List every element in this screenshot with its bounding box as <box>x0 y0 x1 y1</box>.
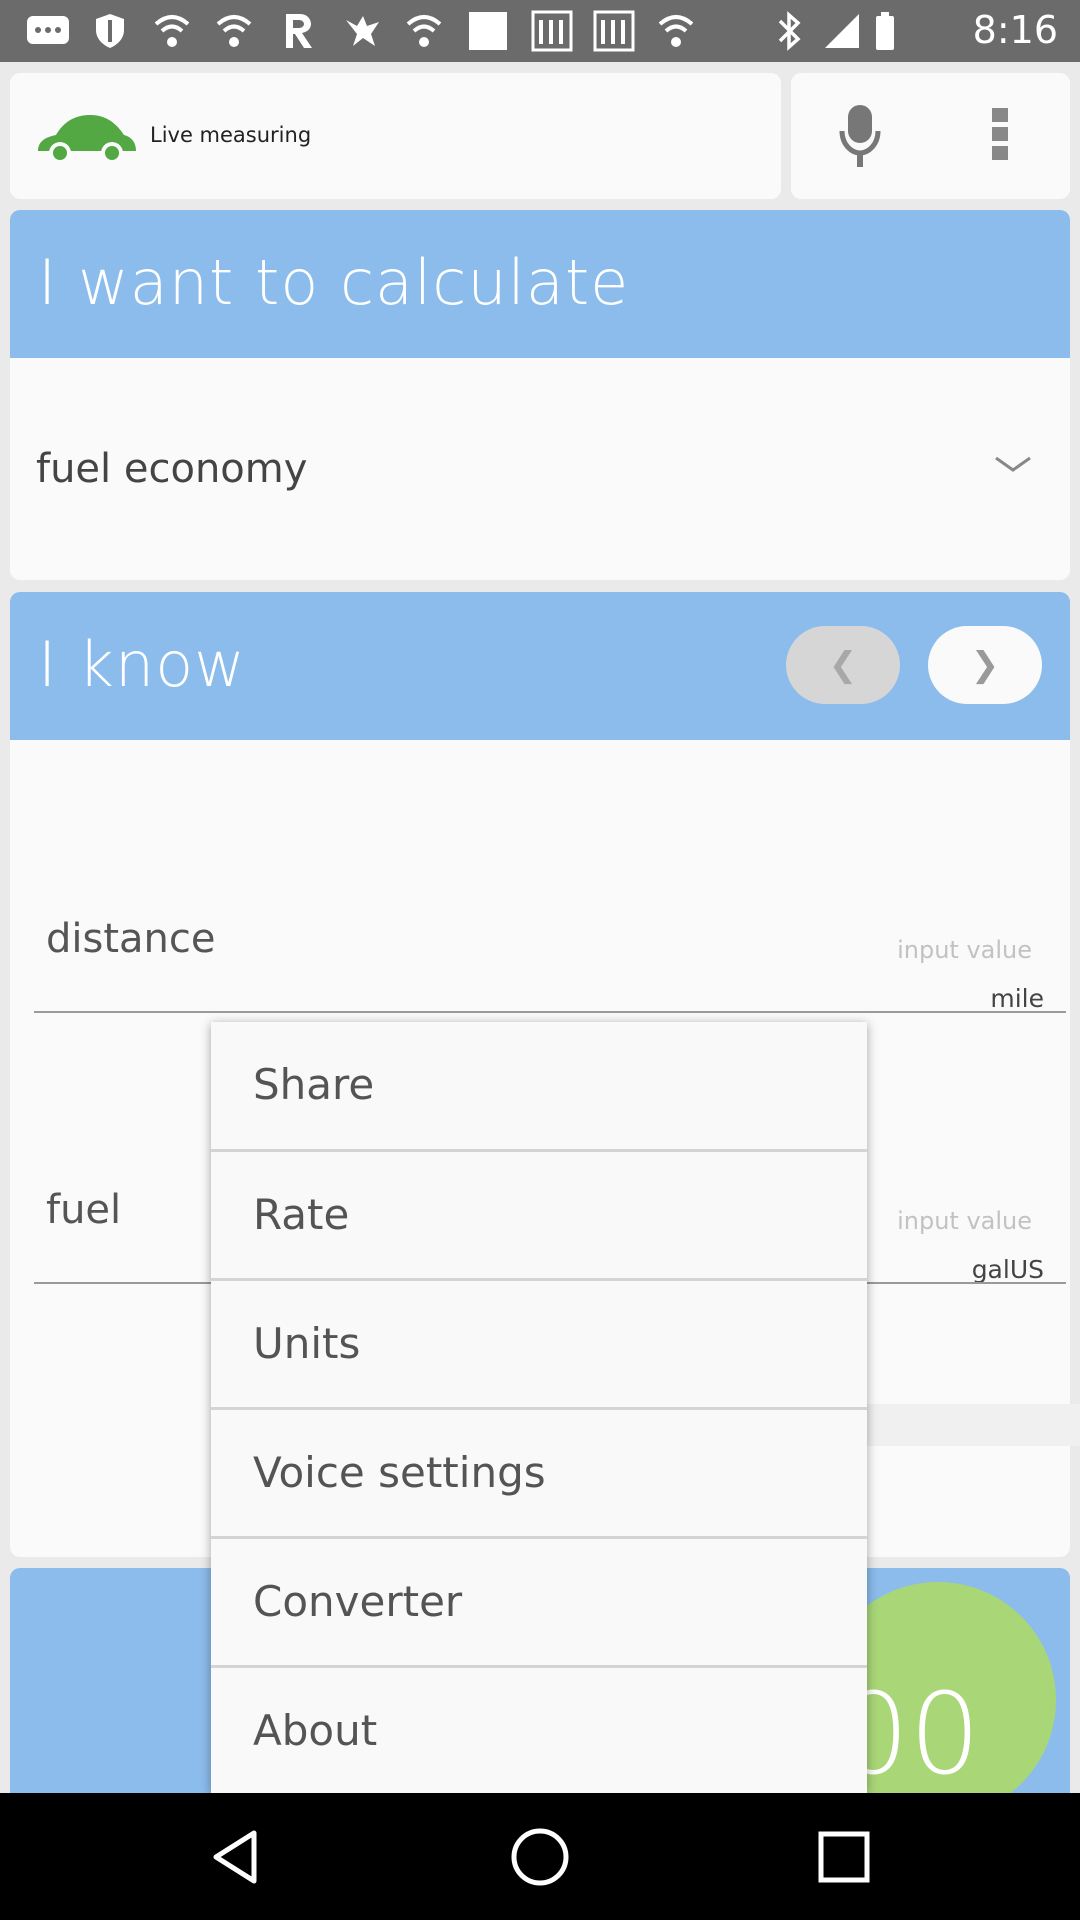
calculate-header: I want to calculate <box>10 210 1070 358</box>
distance-underline <box>34 1011 1066 1013</box>
know-header: I know <box>10 592 1070 740</box>
menu-item-label: Share <box>253 1060 375 1109</box>
calculate-title: I want to calculate <box>38 246 630 319</box>
menu-item-label: Converter <box>253 1577 463 1626</box>
know-title: I know <box>38 628 246 701</box>
wifi-icon <box>404 10 444 52</box>
wifi-icon <box>656 10 696 52</box>
car-icon <box>32 111 138 171</box>
action-bar <box>791 73 1070 199</box>
signal-icon <box>822 10 862 52</box>
home-icon[interactable] <box>504 1821 576 1893</box>
texans-icon <box>342 10 382 52</box>
rfi-icon <box>592 10 636 52</box>
menu-item-voice-settings[interactable]: Voice settings <box>211 1410 867 1538</box>
distance-label: distance <box>46 916 216 962</box>
navigation-bar <box>0 1793 1080 1920</box>
recents-icon[interactable] <box>808 1821 880 1893</box>
shield-icon <box>92 10 128 52</box>
calculate-selected-value: fuel economy <box>36 446 308 492</box>
wifi-icon <box>152 10 192 52</box>
back-icon[interactable] <box>200 1821 272 1893</box>
wifi-icon <box>214 10 254 52</box>
distance-input[interactable]: input value <box>897 936 1032 964</box>
prev-button[interactable]: ❮ <box>786 626 900 704</box>
menu-item-rate[interactable]: Rate <box>211 1152 867 1280</box>
distance-unit[interactable]: mile <box>990 984 1044 1013</box>
chevron-left-icon: ❮ <box>828 645 858 685</box>
square-icon <box>466 10 510 52</box>
menu-item-label: Rate <box>253 1190 350 1239</box>
rfi-icon <box>530 10 574 52</box>
fuel-input[interactable]: input value <box>897 1207 1032 1235</box>
live-measuring-label: Live measuring <box>150 123 312 147</box>
r-app-icon <box>280 10 316 52</box>
menu-item-about[interactable]: About <box>211 1668 867 1796</box>
status-time: 8:16 <box>972 8 1058 52</box>
menu-item-label: Units <box>253 1319 361 1368</box>
battery-icon <box>872 10 898 52</box>
microphone-icon[interactable] <box>838 103 882 173</box>
bluetooth-icon <box>774 10 806 52</box>
chevron-right-icon: ❯ <box>970 645 1000 685</box>
live-measuring-bar[interactable]: Live measuring <box>10 73 781 199</box>
chevron-down-icon <box>994 454 1032 478</box>
menu-item-units[interactable]: Units <box>211 1281 867 1409</box>
fuel-unit[interactable]: galUS <box>972 1255 1044 1284</box>
menu-item-label: Voice settings <box>253 1448 546 1497</box>
menu-item-share[interactable]: Share <box>211 1022 867 1150</box>
menu-item-label: About <box>253 1706 378 1755</box>
menu-item-converter[interactable]: Converter <box>211 1539 867 1667</box>
chat-icon <box>24 10 72 52</box>
more-vert-icon[interactable] <box>990 106 1010 166</box>
overflow-menu: Share Rate Units Voice settings Converte… <box>211 1022 867 1793</box>
status-bar: 8:16 <box>0 0 1080 62</box>
calculate-select[interactable]: fuel economy <box>10 358 1070 580</box>
fuel-label: fuel <box>46 1187 122 1233</box>
next-button[interactable]: ❯ <box>928 626 1042 704</box>
